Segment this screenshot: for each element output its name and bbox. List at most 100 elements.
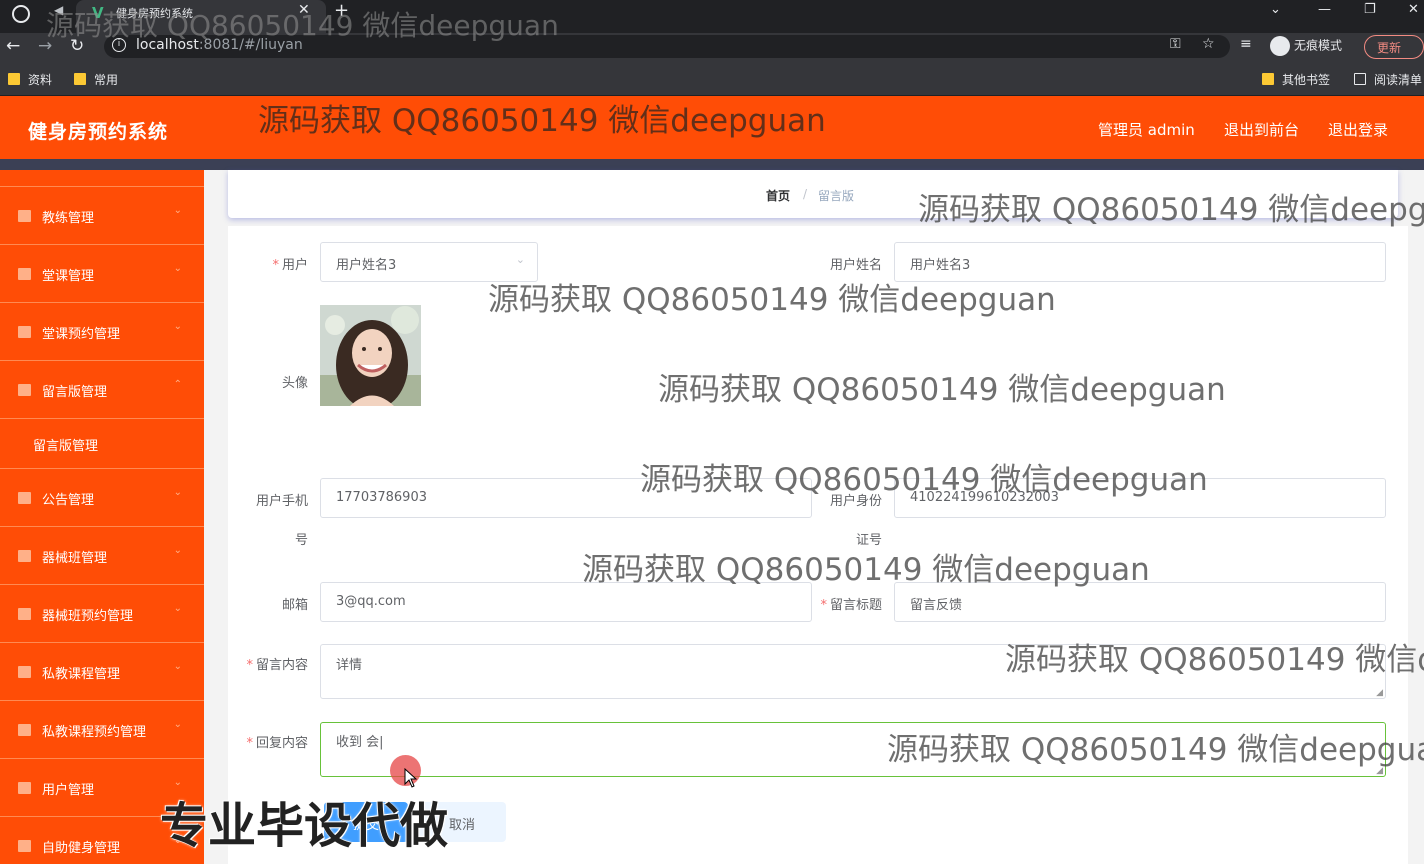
sidebar-subitem-message-board[interactable]: 留言版管理: [0, 418, 204, 468]
minimize-icon[interactable]: —: [1318, 2, 1331, 17]
content-textarea[interactable]: 详情 ◢: [320, 644, 1386, 699]
user-label-text: 用户: [281, 258, 308, 273]
app-header: [0, 96, 1424, 159]
chevron-down-icon: ⌄: [173, 545, 182, 556]
close-window-icon[interactable]: ✕: [1408, 2, 1419, 17]
chart-icon: [18, 608, 31, 620]
avatar-photo: [320, 305, 421, 406]
idcard-field[interactable]: 410224199610232003: [894, 478, 1386, 518]
sidebar-item-label: 留言版管理: [42, 385, 108, 400]
sidebar-item-label: 自助健身管理: [42, 841, 121, 856]
content-label-text: 留言内容: [255, 658, 308, 673]
tab-audio-icon[interactable]: ◀: [54, 3, 63, 17]
forward-icon[interactable]: →: [38, 36, 52, 56]
folder-icon: [1262, 73, 1274, 85]
reload-icon[interactable]: ↻: [70, 36, 84, 56]
url-text[interactable]: localhost:8081/#/liuyan: [136, 37, 303, 53]
sidebar-item-label: 私教课程管理: [42, 667, 121, 682]
incognito-icon: [1270, 36, 1290, 56]
user-select[interactable]: 用户姓名3 ⌄: [320, 242, 538, 282]
resize-handle-icon[interactable]: ◢: [1376, 766, 1383, 776]
back-icon[interactable]: ←: [6, 36, 20, 56]
mouse-cursor-icon: [404, 768, 418, 788]
chevron-down-icon: ⌄: [173, 205, 182, 216]
required-mark: *: [246, 736, 253, 751]
bookmark-folder-2[interactable]: 常用: [74, 71, 118, 88]
resize-handle-icon[interactable]: ◢: [1376, 688, 1383, 698]
tab-close-icon[interactable]: ✕: [298, 2, 310, 18]
reply-label: * 回复内容: [240, 732, 308, 751]
sidebar-item-notice[interactable]: 公告管理 ⌄: [0, 468, 204, 525]
phone-label: 用户手机号: [240, 490, 308, 548]
phone-label-line-1: 用户手机: [255, 494, 308, 509]
bookmarks-bar: [0, 63, 1424, 96]
content-value: 详情: [336, 658, 363, 673]
promo-overlay: 专业毕设代做: [160, 798, 449, 854]
tab-search-icon[interactable]: ⌄: [1270, 2, 1281, 17]
sidebar-item-private-booking[interactable]: 私教课程预约管理 ⌄: [0, 700, 204, 757]
other-bookmarks[interactable]: 其他书签: [1262, 71, 1330, 88]
exit-to-front-link[interactable]: 退出到前台: [1224, 119, 1299, 140]
chevron-down-icon: ⌄: [173, 719, 182, 730]
menu-icon: [18, 550, 31, 562]
sidebar-item-label: 公告管理: [42, 493, 95, 508]
globe-icon: [12, 5, 30, 23]
info-icon[interactable]: i: [112, 38, 126, 52]
flag-icon: [18, 840, 31, 852]
sidebar-item-label: 堂课预约管理: [42, 327, 121, 342]
reading-list-icon: [1354, 73, 1366, 85]
sidebar-item-coach[interactable]: 教练管理 ⌄: [0, 186, 204, 243]
new-tab-icon[interactable]: +: [334, 0, 349, 21]
required-mark: *: [272, 258, 279, 273]
phone-field[interactable]: 17703786903: [320, 478, 812, 518]
bookmark-label: 常用: [94, 73, 119, 87]
avatar-label: 头像: [281, 376, 308, 391]
key-icon[interactable]: ⚿: [1170, 36, 1181, 52]
user-select-value: 用户姓名3: [336, 258, 397, 273]
menu-icon: [18, 268, 31, 280]
avatar[interactable]: [320, 305, 421, 406]
reading-list[interactable]: 阅读清单: [1354, 71, 1422, 88]
user-icon: [18, 384, 31, 396]
bookmark-label: 阅读清单: [1374, 73, 1423, 87]
sidebar-item-label: 留言版管理: [33, 439, 99, 454]
url-path: :8081/#/liuyan: [198, 37, 303, 53]
idcard-label-line-2: 证号: [855, 533, 882, 548]
sidebar-item-private-course[interactable]: 私教课程管理 ⌄: [0, 642, 204, 699]
sidebar-item-class[interactable]: 堂课管理 ⌄: [0, 244, 204, 301]
title-label-text: 留言标题: [829, 598, 882, 613]
username-label: 用户姓名: [829, 258, 882, 273]
title-label: * 留言标题: [812, 594, 882, 613]
title-field[interactable]: 留言反馈: [894, 582, 1386, 622]
logout-link[interactable]: 退出登录: [1328, 119, 1388, 140]
chevron-down-icon: ⌄: [173, 321, 182, 332]
email-field[interactable]: 3@qq.com: [320, 582, 812, 622]
menu-icon: [18, 492, 31, 504]
sidebar-item-label: 用户管理: [42, 783, 95, 798]
sidebar-item-message-board[interactable]: 留言版管理 ⌃: [0, 360, 204, 417]
username-field[interactable]: 用户姓名3: [894, 242, 1386, 282]
bookmark-label: 其他书签: [1282, 73, 1331, 87]
required-mark: *: [246, 658, 253, 673]
vue-icon: V: [92, 4, 104, 22]
breadcrumb-home[interactable]: 首页: [766, 187, 790, 204]
sidebar-item-label: 器械班管理: [42, 551, 108, 566]
folder-icon: [8, 73, 20, 85]
bookmark-folder-1[interactable]: 资料: [8, 71, 52, 88]
sidebar-item-label: 堂课管理: [42, 269, 95, 284]
reply-label-text: 回复内容: [255, 736, 308, 751]
sidebar-item-equipment-class[interactable]: 器械班管理 ⌄: [0, 526, 204, 583]
update-button[interactable]: 更新: [1364, 35, 1424, 59]
star-icon[interactable]: ☆: [1202, 36, 1215, 52]
chevron-down-icon: ⌄: [173, 487, 182, 498]
reading-list-icon[interactable]: ≡: [1240, 36, 1252, 52]
restore-icon[interactable]: ❐: [1364, 2, 1376, 17]
reply-textarea[interactable]: 收到 会| ◢: [320, 722, 1386, 777]
browser-tab[interactable]: [76, 0, 326, 33]
sidebar-item-equipment-booking[interactable]: 器械班预约管理 ⌄: [0, 584, 204, 641]
chevron-down-icon: ⌄: [515, 253, 525, 266]
chevron-down-icon: ⌄: [173, 661, 182, 672]
incognito-profile[interactable]: 无痕模式: [1270, 36, 1342, 56]
sidebar-item-class-booking[interactable]: 堂课预约管理 ⌄: [0, 302, 204, 359]
bookmark-label: 资料: [28, 73, 53, 87]
